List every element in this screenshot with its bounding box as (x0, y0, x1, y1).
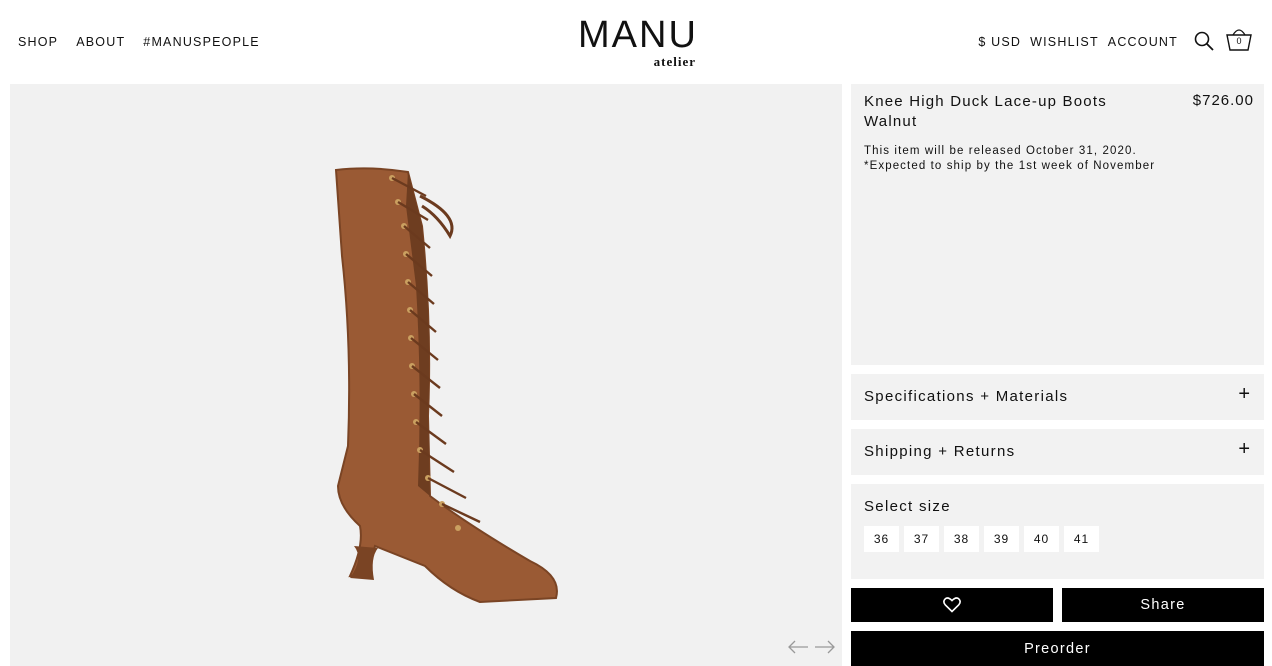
heart-icon (943, 597, 961, 613)
logo-subtitle: atelier (653, 54, 696, 69)
share-button[interactable]: Share (1062, 588, 1264, 622)
shipping-accordion[interactable]: Shipping + Returns + (851, 429, 1264, 475)
logo-mark: MANU (578, 14, 698, 56)
currency-selector[interactable]: $ USD (978, 35, 1021, 49)
site-header: SHOP ABOUT #MANUSPEOPLE MANU atelier $ U… (0, 0, 1272, 84)
search-icon[interactable] (1193, 30, 1215, 52)
add-to-wishlist-button[interactable] (851, 588, 1053, 622)
size-option[interactable]: 38 (944, 526, 979, 552)
arrow-left-icon[interactable] (787, 640, 809, 654)
preorder-button[interactable]: Preorder (851, 631, 1264, 666)
nav-wishlist[interactable]: WISHLIST (1030, 35, 1099, 49)
size-label: Select size (864, 498, 951, 515)
brand-logo[interactable]: MANU atelier (578, 16, 698, 70)
product-price: $726.00 (1192, 92, 1254, 109)
plus-icon: + (1238, 383, 1250, 405)
size-selector: Select size 36 37 38 39 40 41 (851, 484, 1264, 579)
product-image[interactable] (330, 166, 570, 606)
size-option[interactable]: 39 (984, 526, 1019, 552)
shipping-estimate-note: *Expected to ship by the 1st week of Nov… (864, 160, 1156, 172)
release-notes: This item will be released October 31, 2… (864, 144, 1155, 174)
size-option[interactable]: 36 (864, 526, 899, 552)
arrow-right-icon[interactable] (814, 640, 836, 654)
size-options: 36 37 38 39 40 41 (864, 526, 1099, 552)
specifications-accordion[interactable]: Specifications + Materials + (851, 374, 1264, 420)
main-nav: SHOP ABOUT #MANUSPEOPLE (18, 35, 260, 49)
size-option[interactable]: 37 (904, 526, 939, 552)
product-gallery (10, 84, 842, 666)
size-option[interactable]: 40 (1024, 526, 1059, 552)
specifications-label: Specifications + Materials (864, 388, 1069, 405)
product-title: Knee High Duck Lace-up Boots Walnut (864, 93, 1107, 130)
nav-manuspeople[interactable]: #MANUSPEOPLE (143, 35, 260, 49)
cart-icon[interactable]: 0 (1225, 26, 1253, 52)
release-date-note: This item will be released October 31, 2… (864, 145, 1137, 157)
nav-shop[interactable]: SHOP (18, 35, 58, 49)
utility-nav: $ USD WISHLIST ACCOUNT (978, 35, 1178, 49)
cart-count: 0 (1236, 36, 1242, 46)
plus-icon: + (1238, 438, 1250, 460)
nav-account[interactable]: ACCOUNT (1108, 35, 1178, 49)
size-option[interactable]: 41 (1064, 526, 1099, 552)
product-info-panel: Knee High Duck Lace-up Boots Walnut $726… (851, 84, 1264, 365)
shipping-label: Shipping + Returns (864, 443, 1016, 460)
nav-about[interactable]: ABOUT (76, 35, 125, 49)
